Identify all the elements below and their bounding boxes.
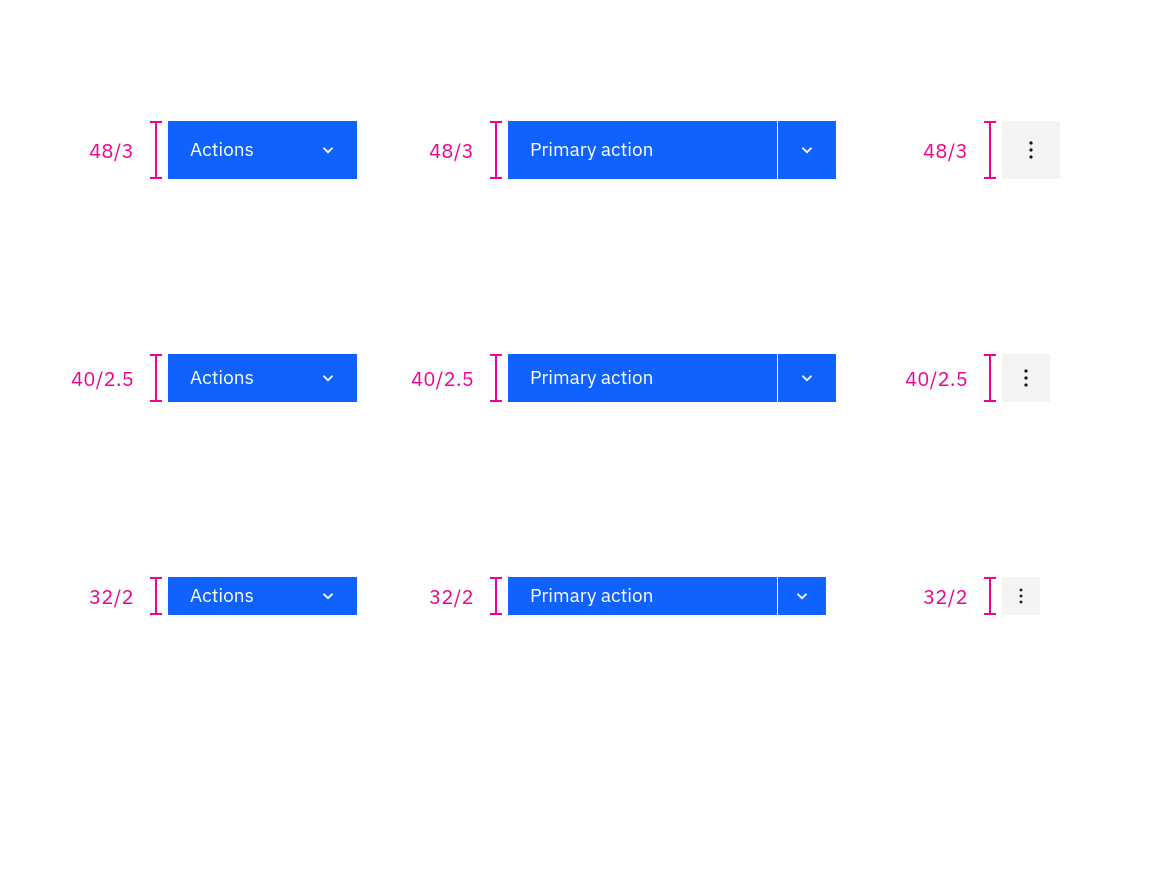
- chevron-down-icon: [319, 587, 337, 605]
- actions-menu-label: Actions: [190, 138, 254, 162]
- overflow-menu-button[interactable]: [1002, 121, 1060, 179]
- split-button-trigger[interactable]: [778, 577, 826, 615]
- actions-menu-button[interactable]: Actions: [168, 121, 357, 179]
- size-spec-label: 32/2: [62, 583, 134, 610]
- split-button-label: Primary action: [530, 584, 653, 608]
- actions-menu-label: Actions: [190, 366, 254, 390]
- overflow-menu-button[interactable]: [1002, 354, 1050, 402]
- overflow-menu-vertical-icon: [1029, 141, 1033, 159]
- height-bracket: [150, 121, 162, 179]
- size-spec-label: 32/2: [402, 583, 474, 610]
- split-button-label: Primary action: [530, 138, 653, 162]
- height-bracket: [984, 577, 996, 615]
- height-bracket: [150, 577, 162, 615]
- size-spec-label: 40/2.5: [402, 365, 474, 392]
- actions-menu-button[interactable]: Actions: [168, 354, 357, 402]
- height-bracket: [490, 577, 502, 615]
- size-spec-label: 40/2.5: [896, 365, 968, 392]
- split-button-primary[interactable]: Primary action: [508, 577, 777, 615]
- chevron-down-icon: [319, 141, 337, 159]
- overflow-menu-vertical-icon: [1024, 369, 1028, 387]
- actions-menu-label: Actions: [190, 584, 254, 608]
- split-button-label: Primary action: [530, 366, 653, 390]
- split-button-primary[interactable]: Primary action: [508, 354, 777, 402]
- height-bracket: [984, 121, 996, 179]
- split-button: Primary action: [508, 354, 836, 402]
- overflow-menu-button[interactable]: [1002, 577, 1040, 615]
- overflow-menu-vertical-icon: [1019, 588, 1023, 604]
- size-spec-label: 48/3: [402, 137, 474, 164]
- height-bracket: [984, 354, 996, 402]
- split-button: Primary action: [508, 577, 826, 615]
- height-bracket: [490, 121, 502, 179]
- split-button: Primary action: [508, 121, 836, 179]
- chevron-down-icon: [798, 141, 816, 159]
- size-spec-label: 48/3: [62, 137, 134, 164]
- size-spec-label: 40/2.5: [62, 365, 134, 392]
- height-bracket: [490, 354, 502, 402]
- actions-menu-button[interactable]: Actions: [168, 577, 357, 615]
- chevron-down-icon: [319, 369, 337, 387]
- size-spec-label: 48/3: [896, 137, 968, 164]
- split-button-primary[interactable]: Primary action: [508, 121, 777, 179]
- chevron-down-icon: [798, 369, 816, 387]
- split-button-trigger[interactable]: [778, 354, 836, 402]
- size-spec-label: 32/2: [896, 583, 968, 610]
- height-bracket: [150, 354, 162, 402]
- split-button-trigger[interactable]: [778, 121, 836, 179]
- chevron-down-icon: [793, 587, 811, 605]
